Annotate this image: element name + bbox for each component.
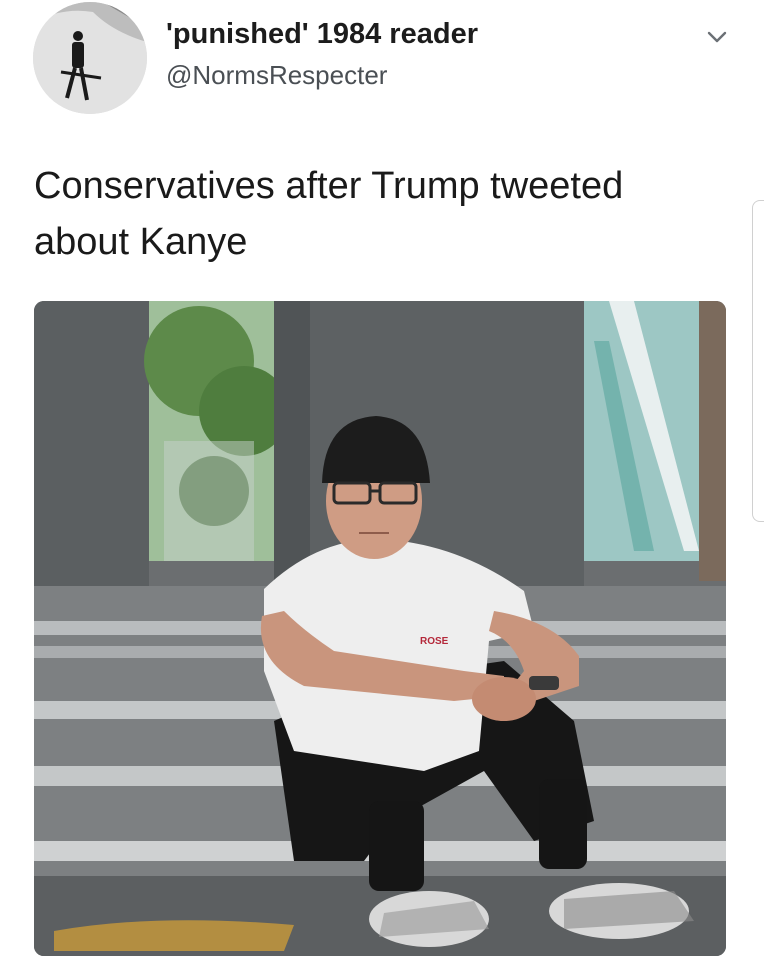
shirt-logo: ROSE — [420, 636, 449, 647]
tweet-media-photo[interactable]: ROSE — [34, 301, 726, 956]
tweet-text: Conservatives after Trump tweeted about … — [34, 165, 624, 263]
user-handle[interactable]: @NormsRespecter — [166, 60, 387, 91]
display-name[interactable]: 'punished' 1984 reader — [166, 18, 478, 51]
side-panel-edge[interactable] — [752, 200, 764, 522]
avatar-image — [33, 2, 147, 114]
photo: ROSE — [34, 301, 726, 956]
chevron-down-icon[interactable] — [704, 24, 730, 50]
avatar[interactable] — [33, 2, 147, 114]
